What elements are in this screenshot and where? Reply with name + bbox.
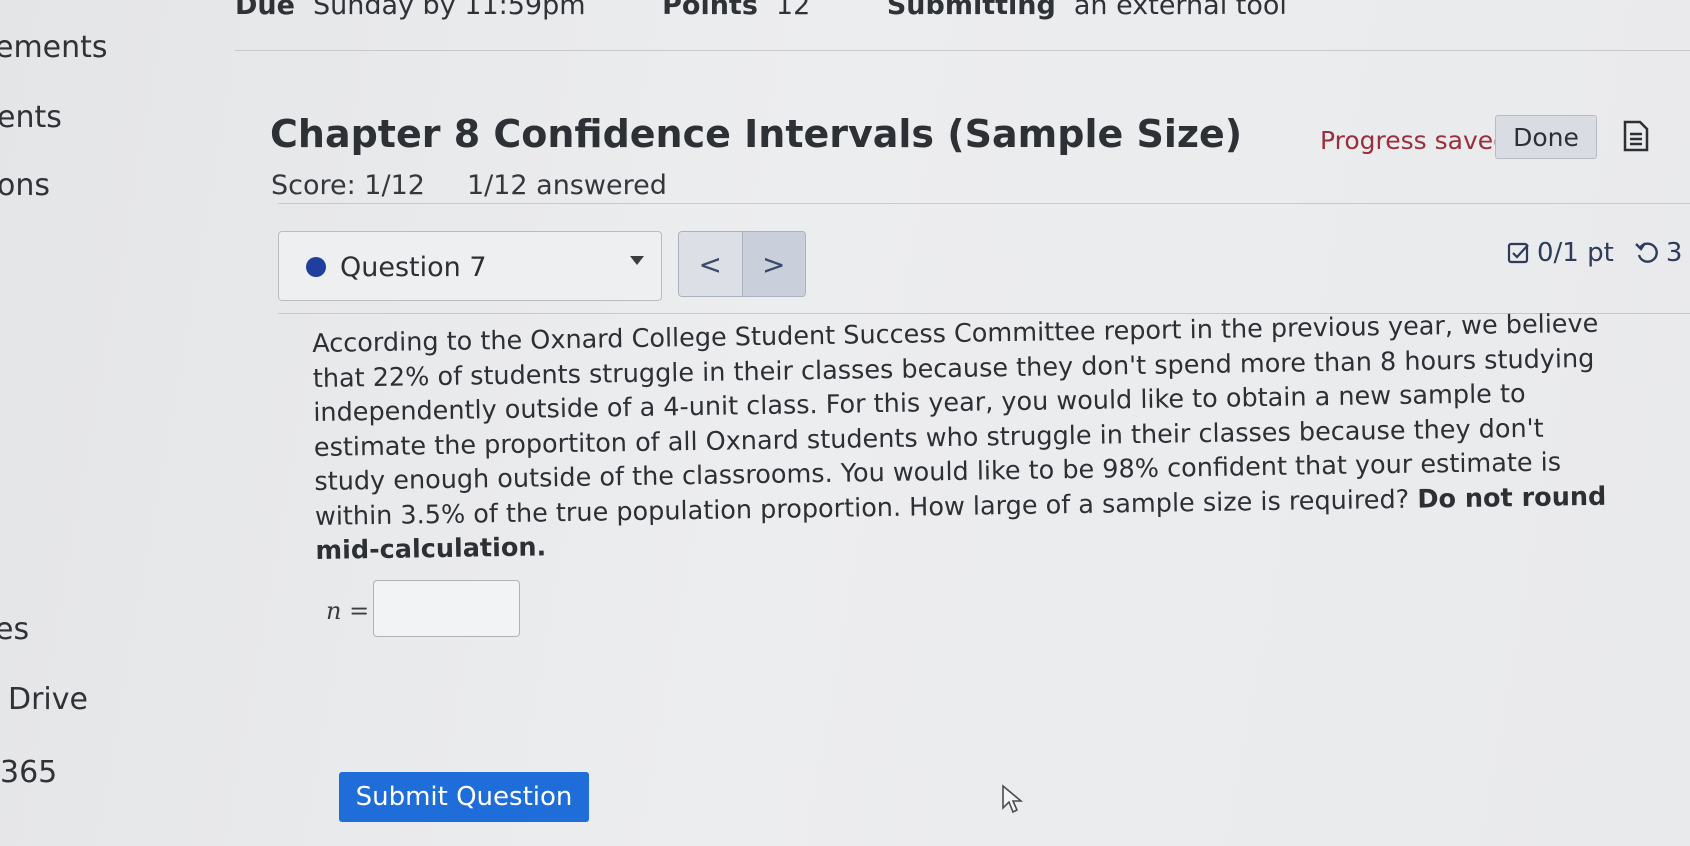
retries-count: 3 [1665, 238, 1683, 268]
page-title: Chapter 8 Confidence Intervals (Sample S… [270, 112, 1243, 156]
submitting-label: Submitting [886, 0, 1056, 21]
assignment-meta: Due Sunday by 11:59pm Points 12 Submitting… [235, 0, 1287, 21]
sidebar-item-ents[interactable]: ents [0, 100, 62, 135]
due-value: Sunday by 11:59pm [312, 0, 586, 21]
score-summary: Score: 1/12 1/12 answered [271, 170, 709, 201]
divider [278, 203, 1690, 204]
answer-input[interactable] [373, 580, 520, 637]
checkbox-icon [1507, 242, 1529, 264]
document-icon[interactable] [1623, 120, 1649, 152]
mouse-cursor-icon [1001, 784, 1024, 814]
submit-question-button[interactable]: Submit Question [339, 772, 589, 822]
progress-status: Progress saved [1320, 126, 1510, 155]
question-points: 0/1 pt 3 [1507, 238, 1682, 268]
sidebar-item-drive[interactable]: Drive [8, 682, 88, 717]
sidebar-item-ons[interactable]: ons [0, 168, 50, 203]
sidebar-item-365[interactable]: 365 [0, 755, 57, 790]
question-selector-label: Question 7 [340, 252, 487, 283]
retry-icon[interactable] [1634, 240, 1660, 266]
score-text: Score: 1/12 [271, 170, 425, 201]
question-body: According to the Oxnard College Student … [312, 308, 1599, 532]
points-value: 12 [775, 0, 811, 21]
answered-text: 1/12 answered [466, 170, 667, 201]
due-label: Due [235, 0, 295, 21]
question-status-dot [306, 257, 326, 277]
dropdown-caret-icon [630, 256, 644, 265]
points-label: Points [662, 0, 758, 21]
done-button[interactable]: Done [1495, 115, 1597, 159]
divider [235, 50, 1690, 51]
sidebar-item-es[interactable]: es [0, 612, 29, 647]
next-question-button[interactable]: > [742, 232, 805, 296]
previous-question-button[interactable]: < [679, 232, 743, 296]
question-text: According to the Oxnard College Student … [312, 307, 1616, 569]
question-nav: < > [678, 231, 806, 297]
sidebar-item-elements[interactable]: ements [0, 30, 108, 65]
points-text: 0/1 pt [1537, 238, 1614, 268]
submitting-value: an external tool [1073, 0, 1287, 21]
answer-label: n = [326, 597, 370, 625]
